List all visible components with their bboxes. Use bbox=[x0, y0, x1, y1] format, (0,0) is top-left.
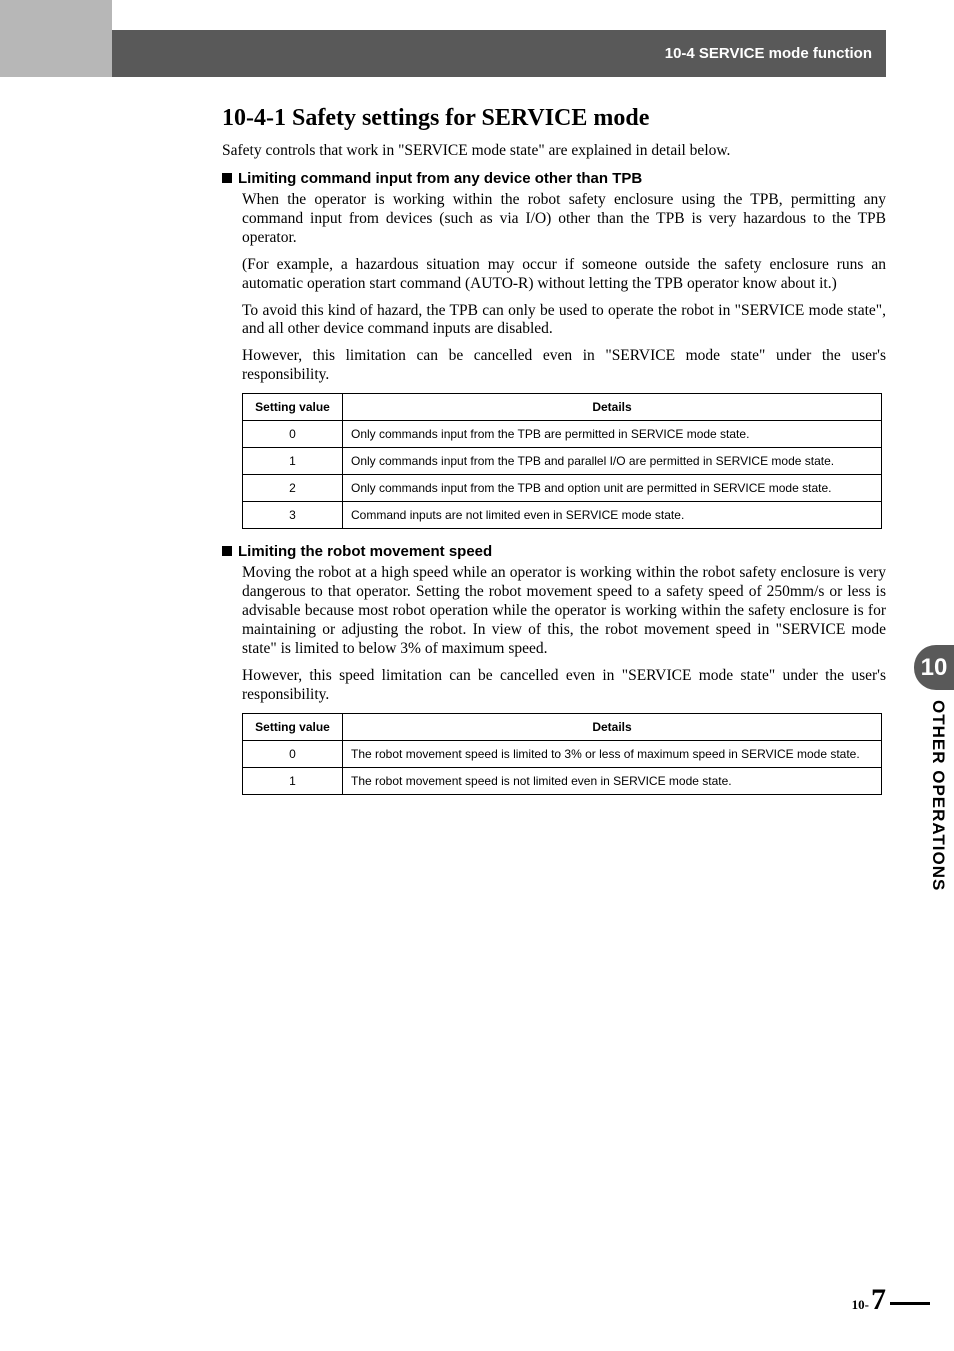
cell-value: 1 bbox=[243, 767, 343, 794]
block1-p3: To avoid this kind of hazard, the TPB ca… bbox=[242, 302, 886, 340]
header-title: 10-4 SERVICE mode function bbox=[665, 45, 872, 62]
cell-detail: The robot movement speed is not limited … bbox=[343, 767, 882, 794]
page-number: 7 bbox=[871, 1283, 886, 1317]
col-details: Details bbox=[343, 394, 882, 421]
table-command-limit: Setting value Details 0 Only commands in… bbox=[242, 393, 882, 529]
chapter-number: 10 bbox=[921, 654, 948, 682]
table-row: 1 Only commands input from the TPB and p… bbox=[243, 448, 882, 475]
section-heading: 10-4-1 Safety settings for SERVICE mode bbox=[222, 105, 886, 132]
table-row: 2 Only commands input from the TPB and o… bbox=[243, 475, 882, 502]
main-content: 10-4-1 Safety settings for SERVICE mode … bbox=[222, 105, 886, 809]
table-row: Setting value Details bbox=[243, 713, 882, 740]
block2-p2: However, this speed limitation can be ca… bbox=[242, 667, 886, 705]
table-speed-limit: Setting value Details 0 The robot moveme… bbox=[242, 713, 882, 795]
col-setting-value: Setting value bbox=[243, 394, 343, 421]
table-row: 3 Command inputs are not limited even in… bbox=[243, 502, 882, 529]
chapter-tab: 10 bbox=[914, 645, 954, 690]
block-limit-command: Limiting command input from any device o… bbox=[222, 170, 886, 529]
col-details: Details bbox=[343, 713, 882, 740]
block2-title-row: Limiting the robot movement speed bbox=[222, 543, 886, 560]
square-bullet-icon bbox=[222, 546, 232, 556]
cell-detail: The robot movement speed is limited to 3… bbox=[343, 740, 882, 767]
chapter-label: OTHER OPERATIONS bbox=[928, 700, 948, 891]
page-prefix: 10- bbox=[852, 1297, 869, 1313]
block1-title: Limiting command input from any device o… bbox=[238, 170, 642, 187]
cell-detail: Command inputs are not limited even in S… bbox=[343, 502, 882, 529]
cell-value: 1 bbox=[243, 448, 343, 475]
block1-title-row: Limiting command input from any device o… bbox=[222, 170, 886, 187]
cell-detail: Only commands input from the TPB and opt… bbox=[343, 475, 882, 502]
col-setting-value: Setting value bbox=[243, 713, 343, 740]
cell-value: 3 bbox=[243, 502, 343, 529]
square-bullet-icon bbox=[222, 173, 232, 183]
block-limit-speed: Limiting the robot movement speed Moving… bbox=[222, 543, 886, 794]
cell-detail: Only commands input from the TPB and par… bbox=[343, 448, 882, 475]
cell-value: 0 bbox=[243, 421, 343, 448]
top-gray-band bbox=[0, 0, 112, 77]
table-row: Setting value Details bbox=[243, 394, 882, 421]
block1-p4: However, this limitation can be cancelle… bbox=[242, 347, 886, 385]
table-row: 0 Only commands input from the TPB are p… bbox=[243, 421, 882, 448]
block2-title: Limiting the robot movement speed bbox=[238, 543, 492, 560]
table-row: 0 The robot movement speed is limited to… bbox=[243, 740, 882, 767]
cell-detail: Only commands input from the TPB are per… bbox=[343, 421, 882, 448]
block1-p1: When the operator is working within the … bbox=[242, 191, 886, 248]
block1-p2: (For example, a hazardous situation may … bbox=[242, 256, 886, 294]
header-bar: 10-4 SERVICE mode function bbox=[112, 30, 886, 77]
cell-value: 2 bbox=[243, 475, 343, 502]
page-footer: 10- 7 bbox=[852, 1283, 886, 1317]
section-intro: Safety controls that work in "SERVICE mo… bbox=[222, 142, 886, 160]
block2-p1: Moving the robot at a high speed while a… bbox=[242, 564, 886, 659]
footer-rule bbox=[890, 1302, 930, 1305]
table-row: 1 The robot movement speed is not limite… bbox=[243, 767, 882, 794]
cell-value: 0 bbox=[243, 740, 343, 767]
